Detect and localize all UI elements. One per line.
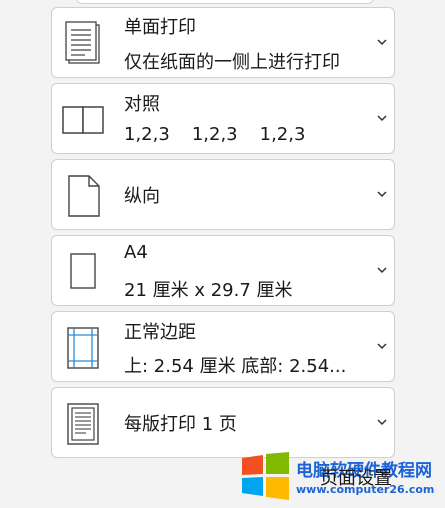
paper-size-icon [60, 236, 108, 307]
sides-title: 单面打印 [124, 17, 196, 38]
margins-icon [60, 312, 108, 383]
chevron-down-icon [376, 190, 388, 200]
single-sided-page-icon [60, 8, 108, 79]
sides-dropdown[interactable]: 单面打印 仅在纸面的一侧上进行打印 [51, 7, 395, 78]
collation-dropdown[interactable]: 对照 1,2,3 1,2,3 1,2,3 [51, 83, 395, 154]
windows-logo-icon [242, 452, 289, 500]
orientation-dropdown[interactable]: 纵向 [51, 159, 395, 230]
paper-size-dropdown[interactable]: A4 21 厘米 x 29.7 厘米 [51, 235, 395, 306]
chevron-down-icon [376, 266, 388, 276]
paper-size-title: A4 [124, 242, 148, 263]
page-setup-link[interactable]: 页面设置 [320, 464, 392, 490]
sides-subtitle: 仅在纸面的一侧上进行打印 [124, 52, 340, 73]
paper-size-subtitle: 21 厘米 x 29.7 厘米 [124, 280, 293, 301]
print-settings-panel: 单面打印 仅在纸面的一侧上进行打印 对照 1,2,3 1,2,3 1,2,3 纵… [0, 0, 445, 508]
margins-title: 正常边距 [124, 322, 196, 343]
chevron-down-icon [376, 114, 388, 124]
collation-seq-2: 1,2,3 [191, 124, 238, 145]
chevron-down-icon [376, 38, 388, 48]
pages-per-sheet-title: 每版打印 1 页 [124, 413, 237, 435]
orientation-title: 纵向 [124, 185, 160, 207]
collation-title: 对照 [124, 94, 160, 115]
chevron-down-icon [376, 342, 388, 352]
collation-seq-3: 1,2,3 [259, 124, 306, 145]
collated-pages-icon [60, 84, 108, 155]
margins-dropdown[interactable]: 正常边距 上: 2.54 厘米 底部: 2.54... [51, 311, 395, 382]
collation-seq-1: 1,2,3 [124, 124, 170, 145]
chevron-down-icon [376, 418, 388, 428]
previous-dropdown-edge [76, 0, 374, 4]
margins-subtitle: 上: 2.54 厘米 底部: 2.54... [124, 356, 347, 377]
pages-per-sheet-dropdown[interactable]: 每版打印 1 页 [51, 387, 395, 458]
pages-per-sheet-icon [60, 388, 108, 459]
collation-subtitle: 1,2,3 1,2,3 1,2,3 [124, 124, 305, 145]
portrait-page-icon [60, 160, 108, 231]
